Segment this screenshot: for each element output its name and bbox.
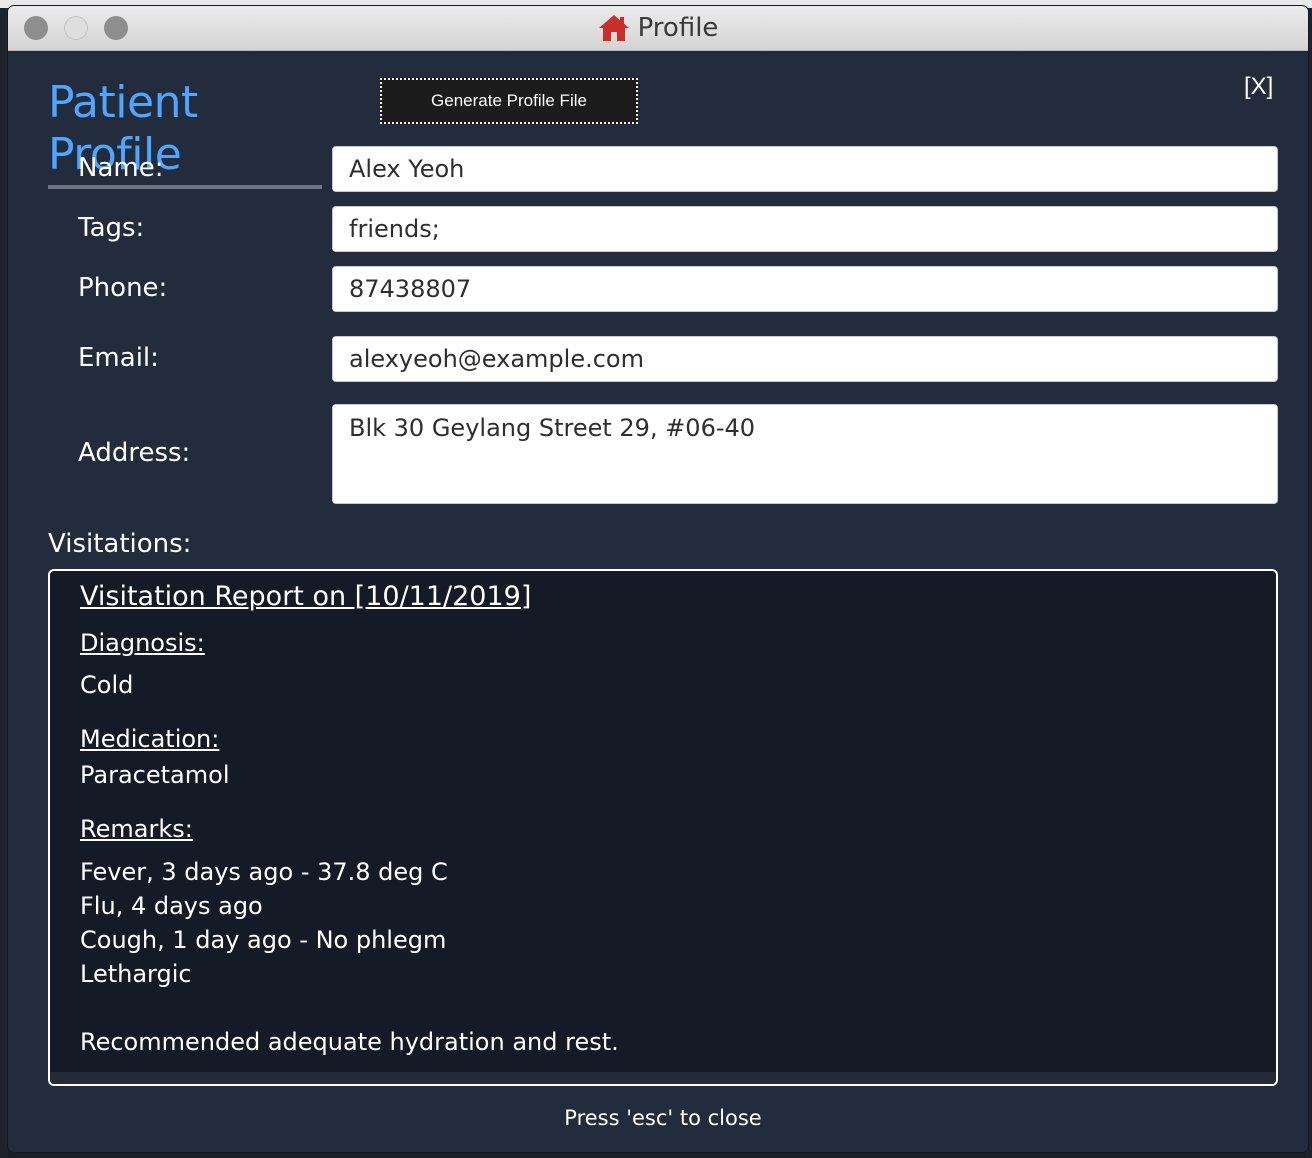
remark-line: Lethargic — [80, 960, 192, 988]
email-field[interactable]: alexyeoh@example.com — [332, 336, 1278, 382]
phone-field[interactable]: 87438807 — [332, 266, 1278, 312]
remark-line: Recommended adequate hydration and rest. — [80, 1028, 619, 1056]
remark-line — [80, 991, 619, 1025]
home-icon — [598, 14, 630, 42]
window-title-text: Profile — [637, 13, 719, 43]
tags-field[interactable]: friends; — [332, 206, 1278, 252]
window-titlebar[interactable]: Profile — [8, 6, 1308, 51]
profile-window: Profile Patient Profile Generate Profile… — [8, 6, 1308, 1152]
remark-line: Cough, 1 day ago - No phlegm — [80, 926, 447, 954]
close-button[interactable]: [X] — [1244, 73, 1273, 101]
desktop-backdrop-left — [0, 8, 8, 1158]
remarks-heading: Remarks: — [80, 815, 193, 843]
phone-label: Phone: — [78, 273, 168, 303]
generate-profile-file-button[interactable]: Generate Profile File — [380, 78, 638, 124]
remark-line: Flu, 4 days ago — [80, 892, 263, 920]
remarks-list: Fever, 3 days ago - 37.8 deg C Flu, 4 da… — [80, 855, 619, 1059]
horizontal-scrollbar[interactable] — [50, 1072, 1276, 1084]
address-field[interactable]: Blk 30 Geylang Street 29, #06-40 — [332, 404, 1278, 504]
name-field[interactable]: Alex Yeoh — [332, 146, 1278, 192]
profile-content: Patient Profile Generate Profile File [X… — [8, 51, 1308, 1152]
name-label: Name: — [78, 153, 164, 183]
diagnosis-heading: Diagnosis: — [80, 629, 205, 657]
visitations-panel[interactable]: Visitation Report on [10/11/2019] Diagno… — [48, 569, 1278, 1086]
visitations-heading: Visitations: — [48, 529, 192, 559]
medication-text: Paracetamol — [80, 761, 230, 789]
address-label: Address: — [78, 438, 191, 468]
email-label: Email: — [78, 343, 159, 373]
esc-hint: Press 'esc' to close — [564, 1106, 762, 1130]
window-title: Profile — [8, 6, 1308, 50]
medication-heading: Medication: — [80, 725, 220, 753]
remark-line: Fever, 3 days ago - 37.8 deg C — [80, 858, 448, 886]
diagnosis-text: Cold — [80, 671, 134, 699]
tags-label: Tags: — [78, 213, 145, 243]
visitation-report-title: Visitation Report on [10/11/2019] — [80, 581, 532, 612]
